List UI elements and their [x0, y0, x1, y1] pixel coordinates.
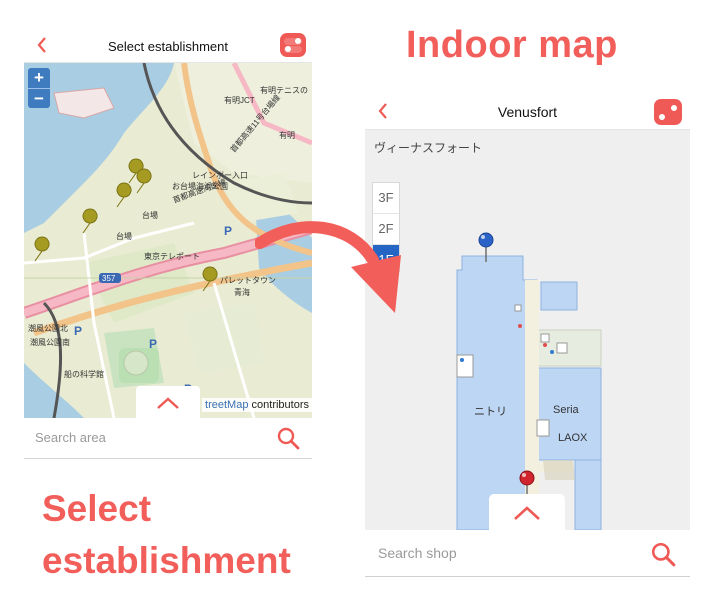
map-label-shiokaze: 潮風公園北 — [28, 323, 68, 333]
floor-button-3f[interactable]: 3F — [373, 183, 399, 214]
expand-panel-button[interactable] — [489, 494, 565, 530]
map-label-shiokaze-south: 潮風公園南 — [30, 337, 70, 347]
screen-title: Select establishment — [108, 39, 228, 54]
map-attribution: treetMap contributors — [202, 398, 312, 412]
chevron-up-icon — [157, 397, 179, 409]
zoom-out-button[interactable]: − — [28, 88, 50, 109]
parking-label: P — [74, 324, 82, 338]
zoom-in-button[interactable]: + — [28, 68, 50, 88]
screen-title: Venusfort — [497, 104, 558, 120]
shop-label-seria: Seria — [553, 404, 580, 416]
chevron-up-icon — [514, 506, 540, 520]
settings-toggle-icon[interactable] — [280, 33, 306, 57]
search-shop-input[interactable]: Search shop — [378, 545, 457, 561]
map-label-tokyo-teleport: 東京テレポート — [144, 251, 200, 261]
parking-label: P — [224, 224, 232, 238]
attribution-link[interactable]: treetMap — [205, 399, 248, 411]
search-area-input[interactable]: Search area — [35, 430, 106, 445]
search-area-bar: Search area — [24, 418, 312, 459]
transition-arrow-icon — [255, 221, 401, 313]
indoor-floor-map[interactable]: ヴィーナスフォート ニトリ Seria LAOX 3F 2F — [365, 130, 690, 530]
map-label-ariake: 有明 — [279, 130, 295, 140]
map-label-station: 台場 — [142, 210, 158, 220]
shop-label-laox: LAOX — [558, 432, 588, 444]
attribution-text: contributors — [248, 399, 309, 411]
caption-line-1: Select — [42, 488, 152, 529]
zoom-control: + − — [28, 68, 50, 108]
map-label-kagaku: 船の科学館 — [64, 369, 104, 379]
shop-label-nitori: ニトリ — [474, 406, 507, 418]
parking-label: P — [149, 337, 157, 351]
caption-line-2: establishment — [42, 540, 291, 581]
search-icon[interactable] — [650, 541, 676, 567]
indoor-map-caption: Indoor map — [406, 24, 618, 66]
floor-plan-graphic: ニトリ Seria LAOX — [456, 232, 602, 530]
map-label-aomi: 青海 — [234, 287, 250, 297]
indoor-map-screen: Venusfort ヴィーナスフォート ニトリ Seria LAOX 3F 2F… — [365, 93, 690, 578]
search-icon[interactable] — [276, 426, 300, 450]
map-label-ariake-jct: 有明JCT — [224, 95, 255, 105]
navigation-bar: Select establishment — [24, 30, 312, 63]
map-label-daiba: 台場 — [116, 231, 132, 241]
settings-toggle-icon[interactable] — [654, 99, 682, 125]
select-establishment-caption: Select establishment — [42, 483, 291, 587]
expand-panel-button[interactable] — [136, 386, 200, 418]
map-label-ariake-tennis: 有明テニスの — [260, 85, 308, 95]
search-shop-bar: Search shop — [365, 530, 690, 577]
navigation-bar: Venusfort — [365, 93, 690, 130]
route-shield-label: 357 — [102, 274, 116, 283]
